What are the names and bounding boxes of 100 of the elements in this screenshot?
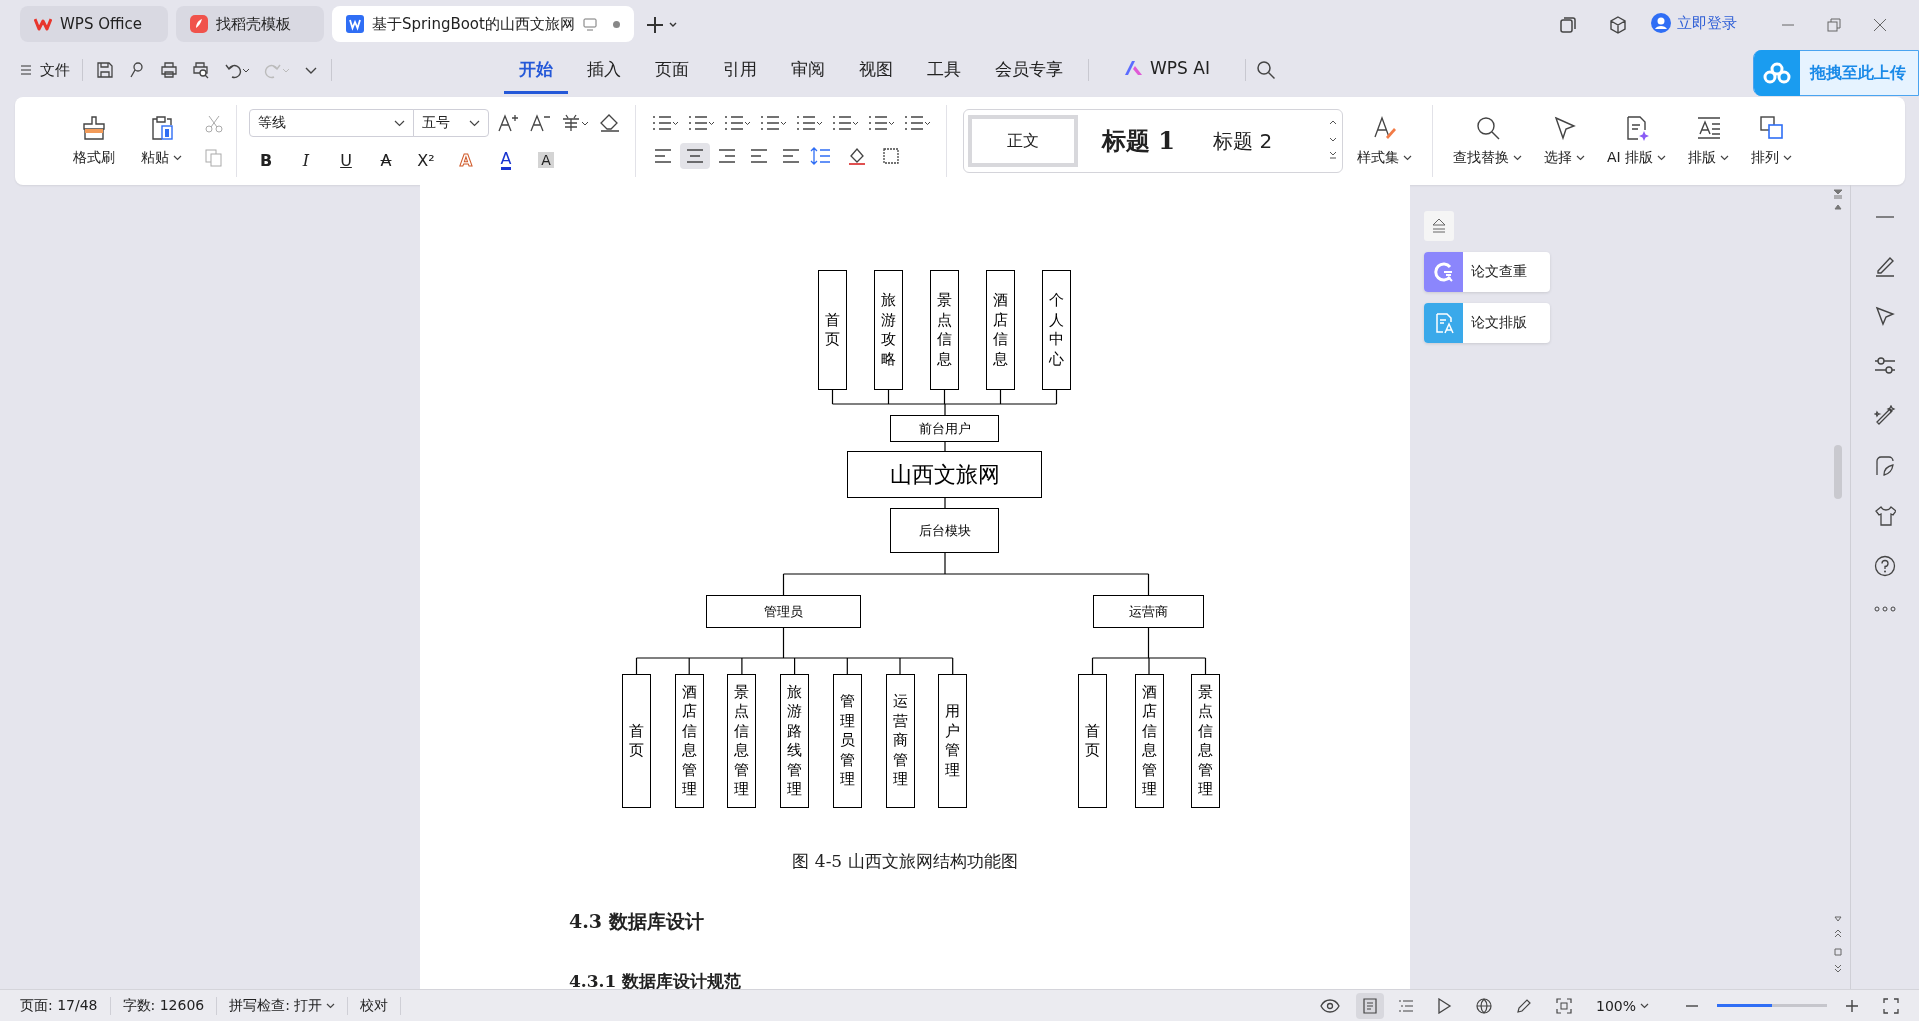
document-tab[interactable]: 基于SpringBoot的山西文旅网 <box>332 6 634 42</box>
ribbon-tab[interactable]: 会员专享 <box>980 49 1078 94</box>
zoom-slider[interactable] <box>1717 1004 1827 1007</box>
style-option[interactable]: 标题 2 <box>1199 115 1287 167</box>
ribbon-tab[interactable]: 插入 <box>572 49 636 94</box>
print-preview-icon[interactable] <box>192 61 210 79</box>
style-set-button[interactable]: 样式集 <box>1349 111 1420 171</box>
spell-check-button[interactable]: 拼写检查: 打开 <box>229 996 349 1015</box>
align-icon <box>750 148 768 164</box>
tool-button[interactable]: 排列 <box>1743 111 1801 171</box>
phonetic-icon[interactable] <box>561 113 589 133</box>
help-icon[interactable] <box>1874 555 1896 577</box>
tool-button[interactable]: 排版 <box>1680 111 1738 171</box>
menu-icon <box>20 64 32 76</box>
diagram-node: 酒店信息管理 <box>1134 674 1164 808</box>
print-icon[interactable] <box>160 61 178 79</box>
shrink-font-icon[interactable] <box>529 113 551 133</box>
thesis-tool-button[interactable]: 论文查重 <box>1424 252 1550 292</box>
diagram-node: 管理员 <box>706 595 861 628</box>
style-option[interactable]: 标题 1 <box>1088 115 1190 167</box>
brush-icon <box>81 115 107 141</box>
ribbon-tab[interactable]: 页面 <box>640 49 704 94</box>
cursor-icon[interactable] <box>1874 305 1896 327</box>
wps-ai-tab[interactable]: WPS AI <box>1109 49 1225 91</box>
globe-icon[interactable] <box>1475 997 1492 1014</box>
paragraph-tool-icon[interactable] <box>650 113 680 133</box>
restore-icon[interactable] <box>1827 18 1841 32</box>
caret-icon <box>1403 155 1412 161</box>
format-button[interactable]: A <box>369 147 403 173</box>
diagram-node: 首页 <box>818 270 847 390</box>
align-icon <box>782 148 800 164</box>
grow-font-icon[interactable] <box>497 113 519 133</box>
save-icon[interactable] <box>96 61 114 79</box>
diagram-node: 旅游路线管理 <box>780 674 810 808</box>
tool-button[interactable]: AI 排版 <box>1599 111 1675 171</box>
paragraph-tool-icon[interactable] <box>830 113 860 133</box>
caret-icon <box>1576 155 1585 161</box>
tool-button[interactable]: 选择 <box>1536 111 1593 171</box>
status-text: 页面: 17/48 <box>20 996 111 1015</box>
status-text: 字数: 12606 <box>122 996 218 1015</box>
proofread-button[interactable]: 校对 <box>360 996 402 1015</box>
eye-icon[interactable] <box>1319 998 1340 1013</box>
fit-page-icon[interactable] <box>1555 997 1572 1014</box>
caret-icon <box>1640 1002 1649 1009</box>
font-select[interactable]: 等线 <box>249 109 414 137</box>
sliders-icon[interactable] <box>1874 355 1896 377</box>
clipboard-button[interactable]: 格式刷 <box>65 111 123 171</box>
paragraph-tool-icon[interactable] <box>686 113 716 133</box>
close-icon[interactable] <box>1873 18 1887 32</box>
fullscreen-icon[interactable] <box>1883 997 1899 1014</box>
document-tab[interactable]: 找稻壳模板 <box>176 6 324 42</box>
pen-icon[interactable] <box>1874 255 1896 277</box>
align-button[interactable] <box>680 143 710 169</box>
file-menu[interactable]: 文件 <box>20 60 70 80</box>
window-icon[interactable] <box>1559 16 1577 34</box>
view-mode-button[interactable] <box>1355 992 1384 1019</box>
pen-icon[interactable] <box>1515 997 1532 1014</box>
ribbon-tab[interactable]: 引用 <box>708 49 772 94</box>
more-icon[interactable] <box>1874 605 1896 613</box>
paragraph-tool-icon[interactable] <box>866 113 896 133</box>
style-option[interactable]: 正文 <box>968 115 1078 167</box>
align-icon <box>718 148 736 164</box>
format-button[interactable]: B <box>249 147 283 173</box>
format-button[interactable]: X² <box>409 147 443 173</box>
pen-letter-icon <box>1371 115 1398 141</box>
thesis-tool-button[interactable]: 论文排版 <box>1424 303 1550 343</box>
font-size-select[interactable]: 五号 <box>413 109 489 137</box>
zoom-select[interactable]: 100% <box>1595 997 1661 1014</box>
format-button[interactable]: I <box>289 147 323 173</box>
page-view-icon <box>1397 997 1414 1014</box>
paragraph-tool-icon[interactable] <box>902 113 932 133</box>
paragraph-tool-icon[interactable] <box>794 113 824 133</box>
caret-icon <box>1513 155 1522 161</box>
caret-icon <box>326 1002 336 1009</box>
magic-wand-icon[interactable] <box>1874 405 1896 427</box>
ribbon-tab[interactable]: 工具 <box>912 49 976 94</box>
zoom-in-icon[interactable] <box>1845 998 1859 1013</box>
format-button[interactable]: A <box>449 147 483 173</box>
new-tab-icon[interactable] <box>645 16 678 34</box>
format-button[interactable]: U <box>329 147 363 173</box>
scrollbar-thumb[interactable] <box>1834 445 1842 499</box>
ribbon-tab[interactable]: 审阅 <box>776 49 840 94</box>
paragraph-tool-icon[interactable] <box>758 113 788 133</box>
ribbon-tab[interactable]: 开始 <box>504 49 568 94</box>
document-tab[interactable]: WPS Office <box>20 6 168 42</box>
leaf-icon[interactable] <box>1874 455 1896 477</box>
ribbon-tab[interactable]: 视图 <box>844 49 908 94</box>
format-button[interactable]: A <box>529 147 563 173</box>
clipboard-button[interactable]: 粘贴 <box>133 111 190 171</box>
tool-button[interactable]: 查找替换 <box>1445 111 1530 171</box>
user-avatar-icon <box>1651 13 1671 33</box>
login-button[interactable]: 立即登录 <box>1651 13 1737 33</box>
cube-icon[interactable] <box>1609 16 1627 34</box>
play-icon[interactable] <box>1435 997 1452 1014</box>
diagram-node: 酒店信息管理 <box>674 674 704 808</box>
eraser-icon[interactable] <box>599 113 621 133</box>
paragraph-tool-icon[interactable] <box>722 113 752 133</box>
figure-caption: 图 4-5 山西文旅网结构功能图 <box>791 850 1019 873</box>
format-button[interactable]: A <box>489 147 523 173</box>
shirt-icon[interactable] <box>1874 505 1896 527</box>
